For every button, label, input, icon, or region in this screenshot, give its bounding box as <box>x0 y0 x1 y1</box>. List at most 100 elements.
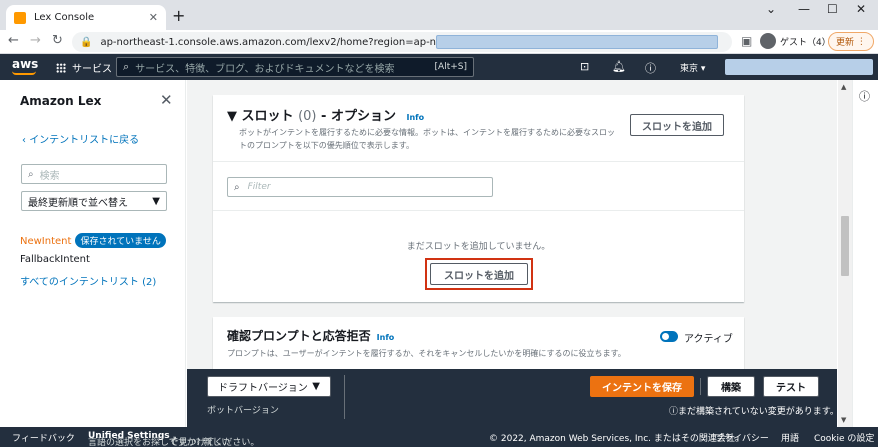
profile-button[interactable]: ゲスト（4） <box>760 33 831 49</box>
action-bar: ドラフトバージョン ▼ ボットバージョン インテントを保存 構築 テスト ⓘまだ… <box>187 369 839 427</box>
browser-tab[interactable]: Lex Console ✕ <box>6 5 166 30</box>
url-field[interactable]: 🔒 ap-northeast-1.console.aws.amazon.com/… <box>72 32 732 52</box>
cloudshell-icon[interactable]: ⊡ <box>580 60 589 73</box>
privacy-link[interactable]: プライバシー <box>715 431 769 444</box>
search-icon: ⌕ <box>234 181 240 193</box>
version-select[interactable]: ドラフトバージョン ▼ <box>207 376 331 397</box>
guest-label: ゲスト（4） <box>780 37 831 48</box>
update-label: 更新 <box>836 38 855 48</box>
save-intent-button[interactable]: インテントを保存 <box>590 376 694 397</box>
slots-info-link[interactable]: Info <box>406 113 424 122</box>
close-tab-icon[interactable]: ✕ <box>149 11 158 24</box>
info-panel-icon[interactable]: ⓘ <box>859 88 870 104</box>
account-menu-redacted[interactable] <box>725 59 873 75</box>
scroll-up-icon[interactable]: ▲ <box>841 83 846 91</box>
confirmation-title: 確認プロンプトと応答拒否 Info <box>227 327 394 344</box>
slots-title: ▼ スロット (0) - オプション Info <box>227 105 424 124</box>
services-menu[interactable]: サービス <box>56 60 112 75</box>
avatar-icon <box>760 33 776 49</box>
divider <box>700 378 701 395</box>
close-icon[interactable]: ✕ <box>160 91 173 109</box>
back-link-label: インテントリストに戻る <box>29 135 140 146</box>
terms-link[interactable]: 用語 <box>781 431 799 444</box>
slots-suffix: - オプション <box>321 109 396 124</box>
update-button[interactable]: 更新 ⋮ <box>828 32 874 51</box>
search-placeholder: サービス、特徴、ブログ、およびドキュメントなどを検索 <box>135 63 395 75</box>
right-rail: ⓘ <box>852 80 878 427</box>
scroll-thumb[interactable] <box>841 216 849 276</box>
sidebar-search-input[interactable]: ⌕ 検索 <box>21 164 167 184</box>
lock-icon: 🔒 <box>80 36 93 48</box>
services-label: サービス <box>72 64 112 75</box>
copyright: © 2022, Amazon Web Services, Inc. またはその関… <box>489 434 744 444</box>
region-label: 東京 <box>680 64 699 74</box>
region-selector[interactable]: 東京 ▾ <box>680 61 705 74</box>
aws-logo-text: aws <box>12 57 39 71</box>
chevron-down-icon[interactable]: ⌄ <box>766 2 776 16</box>
browser-tab-bar: Lex Console ✕ + ⌄ — ☐ ✕ <box>0 0 878 30</box>
minimize-icon[interactable]: — <box>798 2 810 16</box>
sort-select[interactable]: 最終更新順で並べ替え ▼ <box>21 191 167 211</box>
slots-description: ボットがインテントを履行するために必要な情報。ボットは、インテントを履行するため… <box>239 128 615 150</box>
newintent-label: NewIntent <box>20 236 72 247</box>
empty-slots-text: まだスロットを追加していません。 <box>406 242 551 252</box>
unsaved-badge: 保存されていません <box>75 233 166 248</box>
divider <box>213 161 744 162</box>
sidebar: Amazon Lex ✕ ‹ インテントリストに戻る ⌕ 検索 最終更新順で並べ… <box>0 80 186 427</box>
caret-down-icon: ▼ <box>152 195 160 207</box>
filter-placeholder: Filter <box>247 182 271 192</box>
maximize-icon[interactable]: ☐ <box>827 2 838 16</box>
scroll-down-icon[interactable]: ▼ <box>841 416 846 424</box>
back-to-intents-link[interactable]: ‹ インテントリストに戻る <box>22 131 139 146</box>
bell-icon[interactable]: 🔔︎ <box>612 60 626 73</box>
add-slot-center-button[interactable]: スロットを追加 <box>430 263 528 285</box>
unsaved-changes-note: ⓘまだ構築されていない変更があります。 <box>669 404 839 417</box>
main-scrollbar[interactable]: ▲ ▼ <box>838 80 852 427</box>
sidebar-title: Amazon Lex <box>20 94 102 108</box>
help-icon[interactable]: ⓘ <box>645 60 656 76</box>
forward-icon[interactable]: → <box>30 33 41 48</box>
search-icon: ⌕ <box>28 168 34 180</box>
aws-search-input[interactable]: ⌕ サービス、特徴、ブログ、およびドキュメントなどを検索 [Alt+S] <box>116 57 474 77</box>
search-shortcut: [Alt+S] <box>434 62 467 72</box>
unsaved-note-text: まだ構築されていない変更があります。 <box>678 407 839 417</box>
active-toggle[interactable] <box>660 331 678 342</box>
language-prompt: 言語の選択をお探しですか? 新しい Unified Settings ↗ で見つ… <box>88 431 259 447</box>
confirmation-info-link[interactable]: Info <box>377 333 395 342</box>
console-footer: フィードバック 言語の選択をお探しですか? 新しい Unified Settin… <box>0 427 878 447</box>
search-icon: ⌕ <box>123 60 130 73</box>
collapse-caret-icon[interactable]: ▼ <box>227 109 237 124</box>
version-label: ドラフトバージョン <box>218 383 308 394</box>
grid-icon <box>56 62 66 73</box>
all-intents-link[interactable]: すべてのインテントリスト (2) <box>20 273 156 288</box>
back-icon[interactable]: ← <box>8 33 19 48</box>
info-icon: ⓘ <box>669 407 679 417</box>
version-sublabel: ボットバージョン <box>207 406 279 416</box>
tab-title: Lex Console <box>34 12 95 23</box>
address-bar: ← → ↻ 🔒 ap-northeast-1.console.aws.amazo… <box>0 30 878 54</box>
caret-down-icon: ▼ <box>312 381 320 392</box>
slot-filter-input[interactable]: ⌕ Filter <box>227 177 493 197</box>
add-slot-button[interactable]: スロットを追加 <box>630 114 724 136</box>
sidebar-item-newintent[interactable]: NewIntent 保存されていません <box>20 233 166 248</box>
build-button[interactable]: 構築 <box>707 376 755 397</box>
redacted-url-segment <box>436 35 718 49</box>
toggle-knob <box>662 333 669 340</box>
close-window-icon[interactable]: ✕ <box>856 2 866 16</box>
reload-icon[interactable]: ↻ <box>52 33 63 48</box>
cookie-settings-link[interactable]: Cookie の設定 <box>814 431 874 444</box>
divider <box>344 375 345 419</box>
sidebar-item-fallbackintent[interactable]: FallbackIntent <box>20 254 90 265</box>
language-suffix: で見つけてください。 <box>169 438 260 447</box>
confirmation-title-text: 確認プロンプトと応答拒否 <box>227 329 371 343</box>
feedback-link[interactable]: フィードバック <box>12 431 75 444</box>
divider <box>213 210 744 211</box>
aws-favicon-icon <box>14 11 26 24</box>
aws-smile-icon <box>12 71 36 75</box>
new-tab-icon[interactable]: + <box>172 6 185 25</box>
active-label: アクティブ <box>684 334 733 345</box>
test-button[interactable]: テスト <box>763 376 819 397</box>
aws-logo[interactable]: aws <box>12 57 39 75</box>
confirmation-description: プロンプトは、ユーザーがインテントを履行するか、それをキャンセルしたいかを明確に… <box>227 349 626 358</box>
sidebar-toggle-icon[interactable]: ▣ <box>741 34 752 48</box>
